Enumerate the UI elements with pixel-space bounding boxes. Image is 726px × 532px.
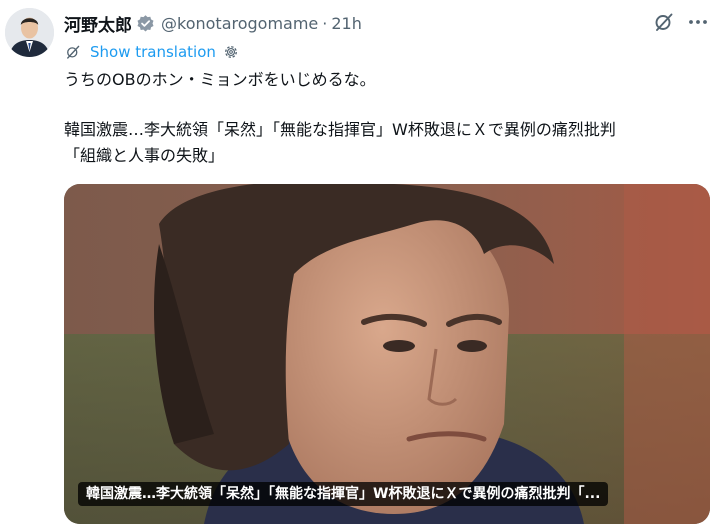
- link-card[interactable]: 韓国激震…李大統領「呆然」「無能な指揮官」W杯敗退にＸで異例の痛烈批判「...: [64, 184, 710, 524]
- translate-icon: [64, 43, 82, 61]
- tweet-text: うちのOBのホン・ミョンボをいじめるな。 韓国激震…李大統領「呆然」「無能な指揮…: [64, 67, 719, 169]
- timestamp[interactable]: 21h: [331, 14, 362, 33]
- gear-icon[interactable]: [222, 43, 240, 61]
- translation-row: Show translation: [64, 40, 240, 64]
- card-photo: [64, 184, 710, 524]
- handle[interactable]: @konotarogomame: [161, 14, 318, 33]
- show-translation-link[interactable]: Show translation: [90, 43, 216, 61]
- verified-badge-icon: [136, 14, 155, 33]
- tweet-text-line: 韓国激震…李大統領「呆然」「無能な指揮官」W杯敗退にＸで異例の痛烈批判: [64, 120, 616, 139]
- avatar[interactable]: [5, 8, 54, 57]
- display-name[interactable]: 河野太郎: [64, 11, 132, 36]
- tweet-text-line: 「組織と人事の失敗」: [64, 146, 225, 165]
- more-icon[interactable]: [686, 10, 710, 34]
- grok-icon[interactable]: [652, 10, 676, 34]
- card-caption: 韓国激震…李大統領「呆然」「無能な指揮官」W杯敗退にＸで異例の痛烈批判「...: [78, 482, 609, 506]
- tweet-text-line: うちのOBのホン・ミョンボをいじめるな。: [64, 70, 376, 89]
- tweet-header: 河野太郎 @konotarogomame · 21h: [64, 9, 362, 37]
- separator-dot: ·: [322, 13, 328, 33]
